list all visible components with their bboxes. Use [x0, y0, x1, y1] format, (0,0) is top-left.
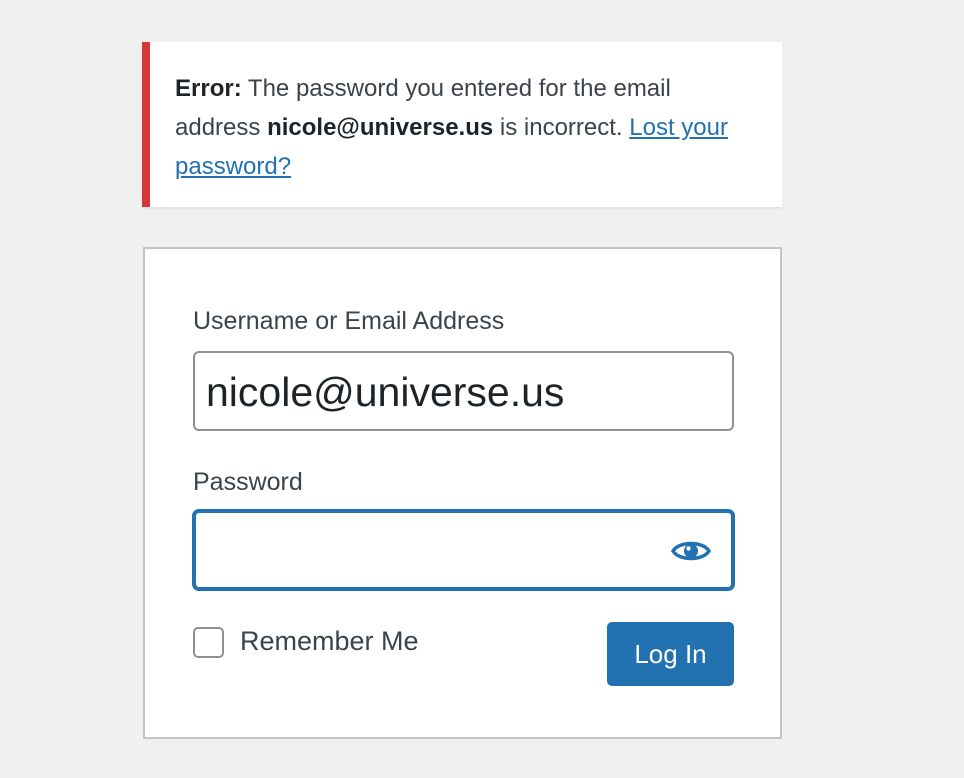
eye-icon[interactable] — [670, 536, 712, 566]
error-message-part-2: is incorrect. — [493, 114, 630, 141]
remember-me-checkbox[interactable] — [193, 627, 224, 658]
password-input[interactable] — [193, 510, 734, 590]
login-form: Username or Email Address nicole@univers… — [143, 247, 782, 739]
username-label: Username or Email Address — [193, 307, 505, 335]
password-label: Password — [193, 468, 303, 496]
remember-me-label[interactable]: Remember Me — [240, 626, 419, 657]
error-prefix: Error: — [175, 75, 242, 102]
error-notice: Error: The password you entered for the … — [142, 42, 782, 207]
login-button[interactable]: Log In — [607, 622, 734, 686]
error-email: nicole@universe.us — [267, 114, 494, 141]
username-input[interactable]: nicole@universe.us — [193, 351, 734, 431]
username-value: nicole@universe.us — [206, 369, 565, 415]
